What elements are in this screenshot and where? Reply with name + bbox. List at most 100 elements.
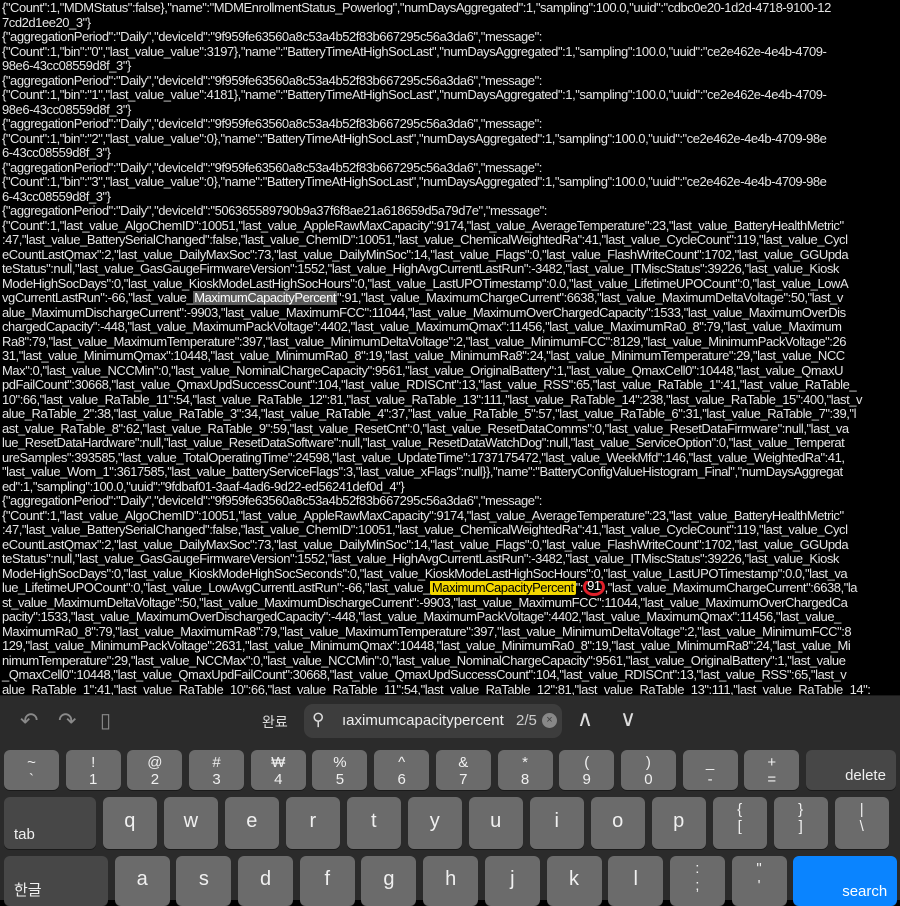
find-search-field[interactable]: ⚲ ıaximumcapacitypercent 2/5 × [304, 704, 562, 738]
key-o[interactable]: o [590, 797, 645, 849]
key-shift-label: ) [645, 754, 651, 771]
key-y[interactable]: y [407, 797, 462, 849]
key-i[interactable]: i [529, 797, 584, 849]
key-;[interactable]: :; [669, 856, 725, 906]
key-d[interactable]: d [238, 856, 294, 906]
key-3[interactable]: #3 [189, 750, 245, 790]
next-match-icon[interactable]: ∨ [620, 706, 636, 732]
key-=[interactable]: + = [744, 750, 800, 790]
key-q[interactable]: q [102, 797, 157, 849]
log-line: lue_LifetimeUPOCount":0,"last_value_LowA… [0, 581, 900, 596]
key-e[interactable]: e [224, 797, 279, 849]
log-line: 6-43cc08559d8f_3"} [2, 189, 111, 204]
key-shift-label: * [522, 754, 528, 771]
previous-match-icon[interactable]: ∧ [577, 706, 593, 732]
key-u[interactable]: u [468, 797, 523, 849]
key-`[interactable]: ~ ` [4, 750, 59, 790]
log-line: {"Count":1,"last_value_AlgoChemID":10051… [2, 218, 844, 233]
key-f[interactable]: f [299, 856, 355, 906]
log-text-view[interactable]: {"Count":1,"MDMStatus":false},"name":"MD… [0, 0, 900, 695]
key-w[interactable]: w [163, 797, 218, 849]
clipboard-icon[interactable]: ▯ [100, 708, 111, 733]
log-line: _QmaxCell0":10448,"last_value_QmaxUpdFai… [2, 668, 847, 682]
log-line: 7cd2d1ee20_3"} [2, 15, 91, 30]
key-shift-label: | [859, 801, 864, 818]
search-input[interactable]: ıaximumcapacitypercent [342, 712, 512, 729]
key-t[interactable]: t [346, 797, 401, 849]
key-shift-label: ^ [398, 754, 406, 771]
key-4[interactable]: ₩4 [250, 750, 306, 790]
done-button[interactable]: 완료 [262, 712, 288, 732]
key-k[interactable]: k [546, 856, 602, 906]
key-label: t [370, 810, 377, 832]
search-icon[interactable]: ⚲ [312, 710, 324, 730]
key-label: - [707, 771, 713, 788]
key-label: j [510, 868, 515, 890]
log-line: ModeHighSocDays":0,"last_value_KioskMode… [2, 566, 848, 581]
log-line: ast_value_RaTable_8":62,"last_value_RaTa… [2, 421, 849, 436]
key-label: 한글 [14, 882, 42, 899]
key-6[interactable]: ^ 6 [374, 750, 430, 790]
log-line: vgCurrentLastRun":-66,"last_value_Maximu… [0, 291, 900, 306]
key-p[interactable]: p [651, 797, 706, 849]
current-search-match: MaximumCapacityPercent [429, 581, 576, 595]
log-line: chargedCapacity":-448,"last_value_Maximu… [2, 320, 842, 334]
key-r[interactable]: r [285, 797, 340, 849]
log-line: teStatus":null,"last_value_GasGaugeFirmw… [2, 262, 839, 276]
log-line: {"aggregationPeriod":"Daily","deviceId":… [2, 204, 547, 218]
key-shift-label: } [798, 801, 804, 818]
key-label: ] [798, 818, 803, 835]
key-a[interactable]: a [114, 856, 170, 906]
match-count: 2/5 [516, 712, 537, 729]
key-j[interactable]: j [484, 856, 540, 906]
log-line: :47,"last_value_BatterySerialChanged":fa… [2, 233, 848, 247]
redo-icon[interactable]: ↷ [58, 708, 76, 734]
language-switch-key[interactable]: 한글 [4, 856, 108, 906]
key-l[interactable]: l [608, 856, 664, 906]
key-label: \ [859, 818, 864, 835]
key-1[interactable]: ! 1 [65, 750, 121, 790]
undo-icon[interactable]: ↶ [20, 708, 38, 734]
key-9[interactable]: (9 [559, 750, 615, 790]
log-line: {"Count":1,"bin":"0","last_value_value":… [2, 44, 827, 59]
key-g[interactable]: g [361, 856, 417, 906]
key-shift-label: ~ [27, 754, 36, 771]
key-shift-label: { [737, 801, 743, 818]
key-0[interactable]: ) 0 [620, 750, 676, 790]
key-2[interactable]: @2 [127, 750, 183, 790]
key-'[interactable]: " ' [731, 856, 787, 906]
search-key[interactable]: search [793, 856, 898, 906]
key-\[interactable]: | \ [834, 797, 889, 849]
clear-icon[interactable]: × [542, 713, 557, 728]
key--[interactable]: _ - [682, 750, 738, 790]
key-label: tab [14, 826, 35, 843]
key-h[interactable]: h [423, 856, 479, 906]
log-line: teStatus":null,"last_value_GasGaugeFirmw… [2, 552, 839, 566]
key-s[interactable]: s [176, 856, 232, 906]
key-[[interactable]: {[ [712, 797, 767, 849]
key-][interactable]: }] [773, 797, 828, 849]
log-line: Ra8":79,"last_value_MaximumTemperature":… [2, 334, 847, 349]
key-label: 9 [582, 771, 591, 788]
key-5[interactable]: % 5 [312, 750, 368, 790]
key-label: o [612, 810, 624, 832]
log-line: {"aggregationPeriod":"Daily","deviceId":… [2, 117, 542, 131]
delete-key[interactable]: delete [805, 750, 896, 790]
circled-value: 91 [583, 581, 605, 596]
key-8[interactable]: * 8 [497, 750, 553, 790]
log-line: 98e6-43cc08559d8f_3"} [2, 59, 131, 73]
key-label: k [569, 868, 579, 890]
key-label: q [124, 810, 136, 832]
key-shift-label: : [695, 860, 700, 877]
log-line: eCountLastQmax":2,"last_value_DailyMaxSo… [2, 247, 849, 262]
log-line: ureSamples":393585,"last_value_TotalOper… [2, 450, 845, 465]
key-shift-label: @ [147, 754, 163, 771]
log-line: {"aggregationPeriod":"Daily","deviceId":… [2, 73, 542, 88]
tab-key[interactable]: tab [4, 797, 96, 849]
key-shift-label: ! [91, 754, 96, 771]
log-line: lue_ResetDataHardware":null,"last_value_… [2, 436, 845, 450]
key-label: p [673, 810, 685, 832]
log-line: pdFailCount":30668,"last_value_QmaxUpdSu… [2, 378, 857, 392]
log-line: alue_RaTable_1":41,"last_value_RaTable_1… [2, 682, 871, 696]
key-7[interactable]: & 7 [435, 750, 491, 790]
